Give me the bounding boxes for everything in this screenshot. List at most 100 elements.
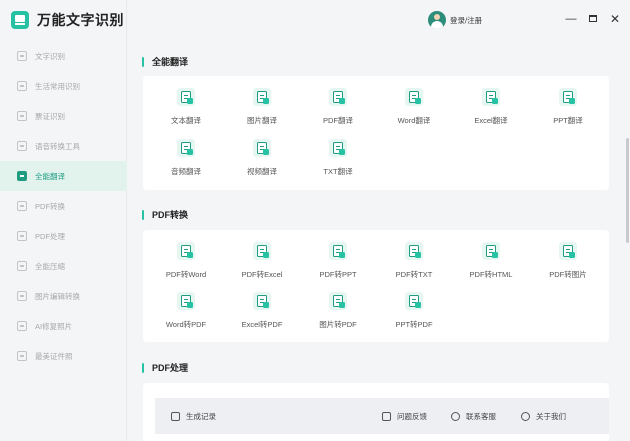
- history-button[interactable]: 生成记录: [171, 411, 216, 422]
- tool-image-to-pdf[interactable]: 图片转PDF: [300, 292, 376, 330]
- pdf-convert-icon: [17, 201, 27, 211]
- id-photo-icon: [17, 351, 27, 361]
- tool-pdf-to-word[interactable]: PDF转Word: [148, 242, 224, 280]
- section-title-pdf-convert: PDF转换: [142, 208, 188, 221]
- customer-service-button[interactable]: 联系客服: [451, 411, 496, 422]
- ppt-doc-icon: [559, 88, 577, 106]
- minimize-button[interactable]: —: [564, 12, 578, 26]
- sidebar-item-pdf-convert[interactable]: PDF转换: [0, 191, 126, 221]
- sidebar-item-audio-tools[interactable]: 语音转换工具: [0, 131, 126, 161]
- feedback-button[interactable]: 问题反馈: [382, 411, 427, 422]
- tool-label: PDF转Word: [165, 270, 207, 279]
- tool-label: PPT翻译: [553, 116, 583, 125]
- convert-icon: [405, 242, 423, 260]
- translate-card: 文本翻译 图片翻译 PDF翻译 Word翻译 Excel翻译 PPT翻译 音频翻…: [143, 76, 609, 190]
- sidebar: 万能文字识别 文字识别 生活常用识别 票证识别 语音转换工具 全能翻译 PDF转…: [0, 0, 127, 441]
- about-button[interactable]: 关于我们: [521, 411, 566, 422]
- feedback-icon: [382, 412, 391, 421]
- tool-pdf-to-excel[interactable]: PDF转Excel: [224, 242, 300, 280]
- sidebar-item-pdf-process[interactable]: PDF处理: [0, 221, 126, 251]
- tool-audio-translate[interactable]: 音频翻译: [148, 139, 224, 177]
- tool-label: Word转PDF: [165, 320, 207, 329]
- tool-text-translate[interactable]: 文本翻译: [148, 88, 224, 126]
- sidebar-item-life-ocr[interactable]: 生活常用识别: [0, 71, 126, 101]
- tool-image-translate[interactable]: 图片翻译: [224, 88, 300, 126]
- tool-label: 音频翻译: [171, 167, 201, 176]
- section-title-pdf-process: PDF处理: [142, 361, 188, 374]
- text-doc-icon: [177, 88, 195, 106]
- sidebar-item-label: 最美证件照: [35, 351, 73, 361]
- tool-video-translate[interactable]: 视频翻译: [224, 139, 300, 177]
- pdf-convert-card: PDF转Word PDF转Excel PDF转PPT PDF转TXT PDF转H…: [143, 230, 609, 342]
- convert-icon: [559, 242, 577, 260]
- login-label: 登录/注册: [450, 15, 483, 25]
- tool-label: Excel转PDF: [241, 320, 283, 329]
- tool-word-translate[interactable]: Word翻译: [376, 88, 452, 126]
- pdf-doc-icon: [329, 88, 347, 106]
- audio-tool-icon: [17, 141, 27, 151]
- tool-label: PDF转图片: [549, 270, 587, 279]
- app-logo-icon: [11, 11, 29, 29]
- maximize-icon: [589, 15, 597, 22]
- sidebar-nav: 文字识别 生活常用识别 票证识别 语音转换工具 全能翻译 PDF转换 PDF处理…: [0, 41, 127, 371]
- sidebar-item-label: PDF处理: [35, 231, 65, 241]
- convert-icon: [253, 242, 271, 260]
- tool-label: PPT转PDF: [395, 320, 433, 329]
- sidebar-item-label: 全能压缩: [35, 261, 65, 271]
- sidebar-item-label: 全能翻译: [35, 171, 65, 181]
- tool-excel-translate[interactable]: Excel翻译: [453, 88, 529, 126]
- image-doc-icon: [253, 88, 271, 106]
- tool-pdf-to-html[interactable]: PDF转HTML: [453, 242, 529, 280]
- tool-word-to-pdf[interactable]: Word转PDF: [148, 292, 224, 330]
- app-header: 万能文字识别: [0, 0, 126, 40]
- app-title: 万能文字识别: [37, 12, 124, 28]
- sidebar-item-label: AI修复照片: [35, 321, 73, 331]
- tool-ppt-translate[interactable]: PPT翻译: [530, 88, 606, 126]
- bottom-bar: 生成记录 问题反馈 联系客服 关于我们: [155, 398, 609, 434]
- convert-icon: [329, 292, 347, 310]
- scrollbar[interactable]: [626, 138, 629, 243]
- about-label: 关于我们: [536, 412, 566, 421]
- convert-icon: [253, 292, 271, 310]
- convert-icon: [405, 292, 423, 310]
- tool-label: Word翻译: [397, 116, 431, 125]
- compress-icon: [17, 261, 27, 271]
- tool-pdf-to-txt[interactable]: PDF转TXT: [376, 242, 452, 280]
- sidebar-item-ai-repair[interactable]: AI修复照片: [0, 311, 126, 341]
- txt-doc-icon: [329, 139, 347, 157]
- excel-doc-icon: [482, 88, 500, 106]
- image-edit-icon: [17, 291, 27, 301]
- login-button[interactable]: 登录/注册: [428, 11, 482, 29]
- tool-ppt-to-pdf[interactable]: PPT转PDF: [376, 292, 452, 330]
- sidebar-item-translate[interactable]: 全能翻译: [0, 161, 127, 191]
- sidebar-item-compress[interactable]: 全能压缩: [0, 251, 126, 281]
- convert-icon: [177, 292, 195, 310]
- headset-icon: [451, 412, 460, 421]
- service-label: 联系客服: [466, 412, 496, 421]
- sidebar-item-image-edit[interactable]: 图片编辑转换: [0, 281, 126, 311]
- maximize-button[interactable]: [586, 12, 600, 26]
- sidebar-item-label: 票证识别: [35, 111, 65, 121]
- sidebar-item-label: PDF转换: [35, 201, 65, 211]
- sidebar-item-ticket-ocr[interactable]: 票证识别: [0, 101, 126, 131]
- sidebar-item-text-ocr[interactable]: 文字识别: [0, 41, 126, 71]
- sidebar-item-label: 语音转换工具: [35, 141, 80, 151]
- sidebar-item-id-photo[interactable]: 最美证件照: [0, 341, 126, 371]
- tool-label: 图片转PDF: [319, 320, 357, 329]
- tool-label: PDF转HTML: [469, 270, 513, 279]
- sidebar-item-label: 文字识别: [35, 51, 65, 61]
- info-icon: [521, 412, 530, 421]
- tool-pdf-translate[interactable]: PDF翻译: [300, 88, 376, 126]
- tool-label: Excel翻译: [474, 116, 508, 125]
- sidebar-item-label: 图片编辑转换: [35, 291, 80, 301]
- tool-txt-translate[interactable]: TXT翻译: [300, 139, 376, 177]
- tool-pdf-to-image[interactable]: PDF转图片: [530, 242, 606, 280]
- convert-icon: [482, 242, 500, 260]
- tool-label: PDF翻译: [323, 116, 353, 125]
- avatar-icon: [428, 11, 446, 29]
- sidebar-item-label: 生活常用识别: [35, 81, 80, 91]
- close-button[interactable]: ✕: [608, 12, 622, 26]
- tool-label: PDF转PPT: [319, 270, 357, 279]
- tool-excel-to-pdf[interactable]: Excel转PDF: [224, 292, 300, 330]
- tool-pdf-to-ppt[interactable]: PDF转PPT: [300, 242, 376, 280]
